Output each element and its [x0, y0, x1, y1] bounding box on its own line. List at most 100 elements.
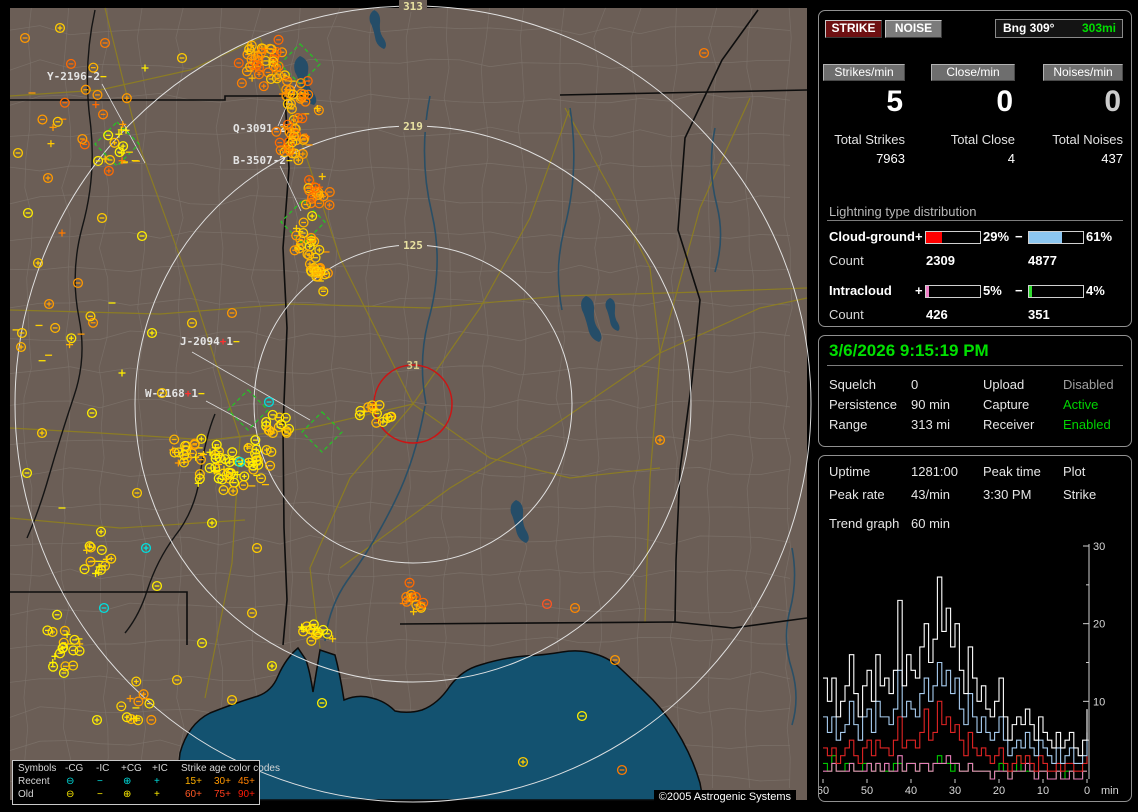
svg-text:Y-2196-2−: Y-2196-2−	[47, 70, 107, 83]
cg-neg-count: 4877	[1028, 253, 1057, 268]
strike-toggle-button[interactable]: STRIKE	[825, 20, 882, 38]
close-per-min-value: 0	[996, 85, 1013, 118]
bearing-readout: Bng 309° 303mi	[995, 19, 1123, 38]
trend-panel: Uptime 1281:00 Peak time Plot Peak rate …	[818, 455, 1132, 802]
svg-text:40: 40	[905, 785, 917, 796]
persistence-label: Persistence	[829, 397, 897, 412]
squelch-value: 0	[911, 377, 919, 392]
map-svg: 12521931331Y-2196-2−Q-3091-2−B-3507-2−J-…	[9, 0, 812, 803]
total-close-label: Total Close	[950, 132, 1015, 147]
svg-text:20: 20	[1093, 619, 1105, 631]
cg-pos-count: 2309	[926, 253, 955, 268]
ic-pos-count: 426	[926, 307, 948, 322]
uptime-label: Uptime	[829, 464, 871, 479]
legend-symbols-header: Symbols	[18, 763, 57, 774]
status-panel: 3/6/2026 9:15:19 PM Squelch 0 Upload Dis…	[818, 335, 1132, 447]
total-strikes-label: Total Strikes	[834, 132, 905, 147]
cg-neg-bar	[1028, 231, 1084, 244]
svg-text:313: 313	[403, 0, 423, 13]
legend-age-45: 45+	[238, 776, 255, 787]
svg-text:10: 10	[1037, 785, 1049, 796]
peak-rate-label: Peak rate	[829, 487, 885, 502]
bearing-label: Bng 309°	[1003, 21, 1055, 35]
neg-cg-old-icon: ⊖	[66, 789, 75, 800]
ic-neg-count: 351	[1028, 307, 1050, 322]
total-noises-label: Total Noises	[1052, 132, 1123, 147]
squelch-label: Squelch	[829, 377, 876, 392]
svg-text:J-2094+1−: J-2094+1−	[180, 335, 240, 348]
svg-text:30: 30	[1093, 541, 1105, 553]
pos-cg-recent-icon: ⊕	[123, 776, 132, 787]
legend-age-75: 75+	[214, 789, 231, 800]
peak-time-value: 3:30 PM	[983, 487, 1032, 502]
legend-col-neg-ic: -IC	[96, 763, 110, 774]
cg-pos-bar	[925, 231, 981, 244]
trend-graph-window: 60 min	[911, 516, 951, 531]
capture-state: Active	[1063, 397, 1099, 412]
neg-ic-old-icon: −	[97, 789, 103, 800]
map-legend: Symbols -CG -IC +CG +IC Strike age color…	[12, 760, 280, 805]
noises-per-min-chip[interactable]: Noises/min	[1043, 64, 1123, 81]
legend-age-header: Strike age color codes	[181, 763, 280, 774]
svg-text:219: 219	[403, 120, 423, 133]
distribution-title: Lightning type distribution	[829, 204, 977, 219]
ic-pos-bar	[925, 285, 981, 298]
plot-mode-value: Strike	[1063, 487, 1097, 502]
uptime-value: 1281:00	[911, 464, 958, 479]
plot-label: Plot	[1063, 464, 1086, 479]
neg-cg-recent-icon: ⊖	[66, 776, 75, 787]
total-close-value: 4	[1007, 151, 1015, 166]
svg-text:125: 125	[403, 239, 423, 252]
svg-text:20: 20	[993, 785, 1005, 796]
strikes-per-min-chip[interactable]: Strikes/min	[823, 64, 905, 81]
legend-age-15: 15+	[185, 776, 202, 787]
svg-text:50: 50	[861, 785, 873, 796]
intracloud-label: Intracloud	[829, 283, 892, 298]
ic-neg-pct: 4%	[1086, 283, 1105, 298]
legend-col-pos-ic: +IC	[152, 763, 168, 774]
svg-text:60: 60	[819, 785, 829, 796]
legend-row-old-label: Old	[18, 789, 34, 800]
ic-neg-bar	[1028, 285, 1084, 298]
pos-ic-old-icon: +	[154, 789, 160, 800]
upload-label: Upload	[983, 377, 1025, 392]
pos-cg-old-icon: ⊕	[123, 789, 132, 800]
range-label: Range	[829, 417, 868, 432]
legend-age-60: 60+	[185, 789, 202, 800]
pos-ic-recent-icon: +	[154, 776, 160, 787]
datetime-display: 3/6/2026 9:15:19 PM	[829, 341, 989, 360]
svg-text:30: 30	[949, 785, 961, 796]
strikes-per-min-value: 5	[886, 85, 903, 118]
ic-pos-pct: 5%	[983, 283, 1002, 298]
ic-minus-sign: −	[1015, 283, 1023, 298]
cloud-ground-label: Cloud-ground	[829, 229, 915, 244]
copyright-notice: ©2005 Astrogenic Systems	[653, 790, 796, 804]
counters-panel: STRIKE NOISE Bng 309° 303mi Strikes/min …	[818, 10, 1132, 327]
noises-per-min-value: 0	[1104, 85, 1121, 118]
legend-age-30: 30+	[214, 776, 231, 787]
persistence-value: 90 min	[911, 397, 951, 412]
neg-ic-recent-icon: −	[97, 776, 103, 787]
upload-state: Disabled	[1063, 377, 1114, 392]
bearing-range: 303mi	[1081, 21, 1116, 35]
legend-col-pos-cg: +CG	[121, 763, 142, 774]
close-per-min-chip[interactable]: Close/min	[931, 64, 1015, 81]
noise-toggle-button[interactable]: NOISE	[885, 20, 942, 38]
trend-graph-chart: 10 20 30 60 50 40 30 20 10 0 min	[819, 541, 1119, 796]
total-noises-value: 437	[1101, 151, 1123, 166]
cg-pos-pct: 29%	[983, 229, 1010, 244]
peak-time-label: Peak time	[983, 464, 1041, 479]
svg-text:min: min	[1101, 785, 1119, 796]
legend-row-recent-label: Recent	[18, 776, 50, 787]
svg-text:10: 10	[1093, 696, 1105, 708]
receiver-label: Receiver	[983, 417, 1035, 432]
status-divider	[827, 365, 1123, 366]
storm-map-canvas[interactable]: 125 219 313 31 Y-2196-2− Q-3091-2− B-3507-2− J-…	[9, 0, 812, 805]
trend-graph-label: Trend graph	[829, 516, 900, 531]
svg-text:W-2168+1−: W-2168+1−	[145, 387, 205, 400]
cg-minus-sign: −	[1015, 229, 1023, 244]
total-strikes-value: 7963	[876, 151, 905, 166]
distribution-divider	[827, 220, 1123, 221]
cg-plus-sign: +	[915, 229, 923, 244]
svg-text:31: 31	[406, 359, 420, 372]
